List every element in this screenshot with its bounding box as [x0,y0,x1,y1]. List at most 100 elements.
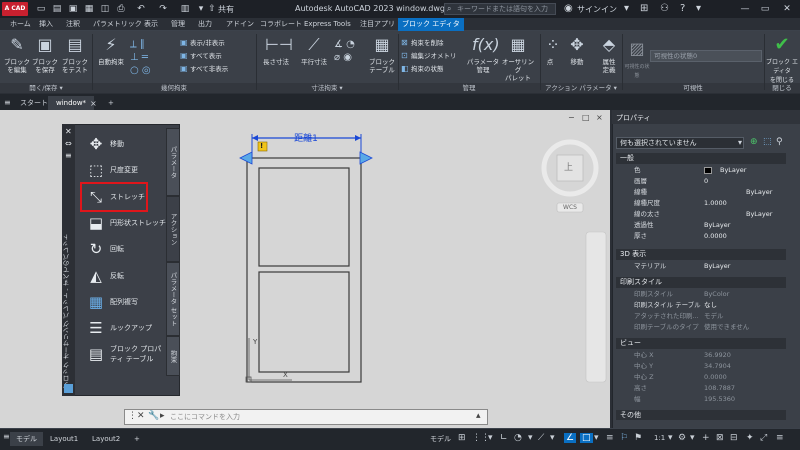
save-as-icon[interactable]: ▦ [84,4,94,14]
web-save-icon[interactable]: ◫ [100,4,110,14]
wcs-label[interactable]: WCS [559,204,581,211]
object-snap-icon[interactable]: □ [580,433,593,443]
signin-button[interactable]: サインイン [577,4,617,15]
point-param-button[interactable]: ⁘ 点 [542,34,559,66]
annotation-visibility-icon[interactable]: ⚐ [620,433,628,443]
select-objects-icon[interactable]: ⬚ [763,137,772,147]
viewcube-face-label[interactable]: 上 [564,160,573,173]
toggle-pickadd-icon[interactable]: ⊕ [750,137,758,147]
share-label[interactable]: 共有 [218,4,234,15]
menu-icon[interactable]: ≡ [4,98,11,107]
section-general[interactable]: 一般 [616,153,786,164]
selection-dropdown[interactable]: 何も選択されていません [616,137,744,149]
annotation-scale-icon[interactable]: ⚑ [634,433,642,443]
workspace-icon[interactable]: ▥ [180,4,190,14]
people-icon[interactable]: ⚇ [660,3,669,14]
tab-addins[interactable]: アドイン [222,18,258,31]
authoring-palette-button[interactable]: ▦ オーサリング パレット [500,34,536,82]
dimensional-constraint-icons[interactable]: ∡ ◔ ⌀ ◉ [334,38,355,64]
lineweight-icon[interactable]: ≡ [606,433,614,443]
palette-tab-actions[interactable]: アクション [166,196,180,262]
test-block-button[interactable]: ▤ ブロック をテスト [62,34,88,74]
gear-icon[interactable]: ⚙ [678,433,686,443]
tab-window-dwg[interactable]: window* [48,96,95,110]
palette-item-array[interactable]: ▦ 配列複写 [86,292,166,312]
quick-select-icon[interactable]: ⚲ [776,137,783,147]
tab-block-editor[interactable]: ブロック エディタ [398,18,464,31]
group-label-dimensional[interactable]: 寸法拘束 ▾ [256,83,398,93]
dropdown-icon[interactable]: ▾ [690,433,695,443]
canvas-close-icon[interactable]: × [596,113,603,122]
move-action-button[interactable]: ✥ 移動 [562,34,592,66]
canvas-minimize-icon[interactable]: − [568,113,575,122]
palette-item-scale[interactable]: ⬚ 尺度変更 [86,160,166,180]
dropdown-icon[interactable]: ▾ [196,4,206,14]
palette-group-icon[interactable] [64,384,73,393]
tab-layout1[interactable]: Layout1 [44,432,84,446]
folder-icon[interactable]: ▭ [36,4,46,14]
dropdown-icon[interactable]: ▾ [488,433,493,443]
command-input[interactable]: ここにコマンドを入力 [170,412,240,422]
linear-dim-button[interactable]: ⊢⊣ 長さ寸法 [258,34,294,66]
undo-icon[interactable]: ↶ [136,4,146,14]
section-plot-style[interactable]: 印刷スタイル [616,277,786,288]
add-layout-button[interactable]: + [128,432,146,446]
redo-icon[interactable]: ↷ [158,4,168,14]
tab-manage[interactable]: 管理 [167,18,189,31]
grip-right[interactable] [359,151,373,165]
isolate-icon[interactable]: ⊠ [716,433,724,443]
tab-featured-apps[interactable]: 注目アプリ [356,18,399,31]
chevron-down-icon[interactable]: ▾ [738,138,742,147]
isodraft-icon[interactable]: ⟋ [538,433,544,443]
close-tab-icon[interactable]: × [90,99,97,108]
share-icon[interactable]: ⇧ [207,4,217,14]
command-close-icon[interactable]: ✕ [137,411,145,421]
command-history-icon[interactable]: ▴ [476,411,481,421]
tab-view[interactable]: 表示 [140,18,162,31]
visibility-state-dropdown[interactable]: 可視性の状態0 [650,50,762,62]
palette-tab-parameters[interactable]: パラメータ [166,128,180,196]
prop-row[interactable]: 印刷スタイル テーブル なし [616,300,786,311]
tab-collaborate[interactable]: コラボレート [256,18,306,31]
aligned-dim-button[interactable]: ⟋ 平行寸法 [296,34,332,66]
polar-icon[interactable]: ◔ [514,433,522,443]
close-icon[interactable]: ✕ [778,2,796,16]
dropdown-icon[interactable]: ▾ [528,433,533,443]
maximize-icon[interactable]: ▭ [756,2,774,16]
close-block-editor-button[interactable]: ✔ ブロック エディタ を閉じる [766,34,798,85]
geometric-constraint-icons[interactable]: ⟂ ∥ ⊥ ═ ○ ◎ [130,38,151,77]
model-space-toggle[interactable]: モデル [428,432,453,446]
save-block-button[interactable]: ▣ ブロック を保存 [32,34,58,74]
cart-icon[interactable]: ⊞ [640,3,648,14]
tab-insert[interactable]: 挿入 [35,18,57,31]
block-table-button[interactable]: ▦ ブロック テーブル [366,34,398,74]
palette-close-icon[interactable]: ✕ [65,127,72,136]
parameters-manager-button[interactable]: f(x) パラメータ 管理 [466,34,500,74]
dropdown-icon[interactable]: ▾ [668,433,673,443]
search-input[interactable]: キーワードまたは語句を入力 [444,3,556,15]
plus-icon[interactable]: + [702,433,710,443]
palette-properties-icon[interactable]: ≡ [65,151,72,160]
grid-icon[interactable]: ⊞ [458,433,466,443]
group-label-action-params[interactable]: アクション パラメータ ▾ [540,83,622,93]
tab-layout2[interactable]: Layout2 [86,432,126,446]
hardware-accel-icon[interactable]: ⊟ [730,433,738,443]
fullscreen-icon[interactable]: ⤢ [760,433,767,443]
palette-item-move[interactable]: ✥ 移動 [86,134,166,154]
prop-row[interactable]: 厚さ 0.0000 [616,231,786,242]
section-misc[interactable]: その他 [616,410,786,420]
tab-express-tools[interactable]: Express Tools [300,18,355,31]
object-snap-tracking-icon[interactable]: ∠ [564,433,577,443]
minimize-icon[interactable]: — [736,2,754,16]
ortho-icon[interactable]: ∟ [500,433,508,443]
window-upper-pane[interactable] [258,167,350,267]
auto-constrain-button[interactable]: ⚡ 自動拘束 [94,34,128,66]
construction-geometry-button[interactable]: ⊡ 編集ジオメトリ [401,51,457,61]
window-lower-pane[interactable] [258,271,350,373]
new-tab-button[interactable]: + [100,96,122,110]
edit-block-button[interactable]: ✎ ブロック を編集 [4,34,30,74]
section-view[interactable]: ビュー [616,338,786,349]
section-3d-visualization[interactable]: 3D 表示 [616,249,786,260]
dimension-label[interactable]: 距離1 [260,131,352,144]
palette-item-polar-stretch[interactable]: ⬓ 円形状ストレッチ [86,213,166,233]
